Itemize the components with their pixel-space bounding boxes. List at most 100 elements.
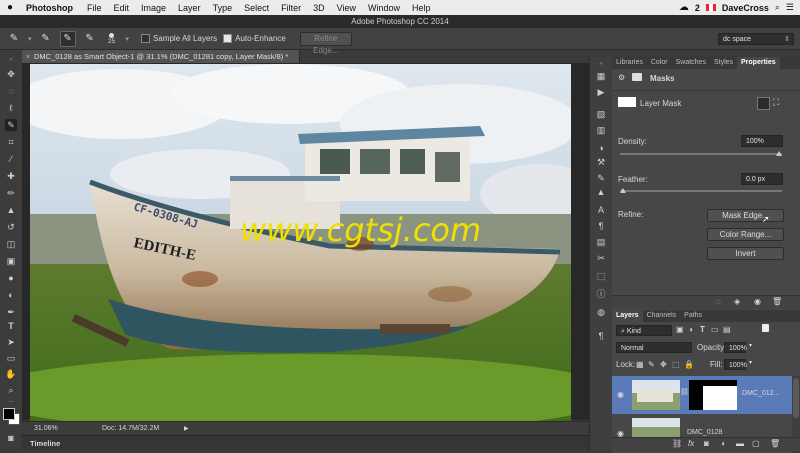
- delete-layer-icon[interactable]: 🗑: [770, 439, 780, 448]
- history-panel-icon[interactable]: ▦: [595, 71, 607, 82]
- user-name[interactable]: DaveCross: [722, 3, 769, 13]
- gradient-tool-icon[interactable]: ▣: [5, 255, 17, 267]
- menu-edit[interactable]: Edit: [108, 3, 136, 13]
- clone-source-panel-icon[interactable]: ▲: [595, 187, 607, 198]
- 3d-panel-icon[interactable]: ⬚: [595, 271, 607, 282]
- density-input[interactable]: 100%: [741, 135, 783, 147]
- path-selection-tool-icon[interactable]: ➤: [5, 336, 17, 348]
- auto-enhance-checkbox[interactable]: [223, 34, 233, 44]
- menu-file[interactable]: File: [81, 3, 108, 13]
- select-pixel-mask-icon[interactable]: [757, 97, 770, 110]
- move-tool-icon[interactable]: ✥: [5, 68, 17, 80]
- filter-type-icon[interactable]: T: [700, 325, 705, 334]
- opacity-input[interactable]: 100%: [724, 342, 747, 353]
- layer-name-2[interactable]: DMC_0128: [687, 429, 722, 436]
- status-bar-menu-icon[interactable]: ▶: [184, 422, 189, 436]
- layer-name[interactable]: DMC_012...: [742, 390, 779, 397]
- tab-color[interactable]: Color: [647, 57, 672, 69]
- lock-all-icon[interactable]: 🔒: [684, 360, 694, 369]
- tools-collapse-icon[interactable]: »: [5, 54, 17, 66]
- tab-paths[interactable]: Paths: [680, 310, 706, 322]
- delete-mask-icon[interactable]: 🗑: [772, 297, 782, 306]
- document-tab[interactable]: × DMC_0128 as Smart Object-1 @ 31.1% (DM…: [22, 50, 300, 63]
- lock-image-icon[interactable]: ✎: [648, 360, 655, 369]
- quick-mask-icon[interactable]: ◙: [5, 432, 17, 444]
- menu-3d[interactable]: 3D: [307, 3, 331, 13]
- type-tool-icon[interactable]: T: [5, 320, 17, 332]
- character-panel-icon[interactable]: A: [595, 205, 607, 216]
- filter-pixel-icon[interactable]: ▣: [676, 325, 684, 334]
- tab-properties[interactable]: Properties: [737, 57, 780, 69]
- histogram-panel-icon[interactable]: ▥: [595, 125, 607, 136]
- edit-toolbar-icon[interactable]: ···: [5, 396, 17, 408]
- brush-presets-panel-icon[interactable]: ✎: [595, 173, 607, 184]
- spotlight-search-icon[interactable]: ⌕: [775, 2, 780, 13]
- masks-mode-icon[interactable]: [632, 73, 642, 81]
- tab-libraries[interactable]: Libraries: [612, 57, 647, 69]
- layers-scrollbar-thumb[interactable]: [793, 378, 799, 418]
- blur-tool-icon[interactable]: ●: [5, 272, 17, 284]
- layer-row-selected[interactable]: ◉ ⛓ DMC_012...: [612, 376, 792, 414]
- density-slider-thumb[interactable]: [776, 151, 782, 156]
- healing-brush-tool-icon[interactable]: ✚: [5, 170, 17, 182]
- menu-filter[interactable]: Filter: [275, 3, 307, 13]
- shape-tool-icon[interactable]: ▭: [5, 352, 17, 364]
- filter-adjustment-icon[interactable]: ◑: [688, 325, 693, 334]
- quick-selection-tool-icon[interactable]: ✎: [5, 119, 17, 131]
- subtract-from-selection-icon[interactable]: ✎: [82, 31, 98, 47]
- add-layer-mask-icon[interactable]: ◙: [704, 439, 709, 448]
- menu-type[interactable]: Type: [207, 3, 239, 13]
- eyedropper-tool-icon[interactable]: ⁄: [5, 153, 17, 165]
- apple-icon[interactable]: ●: [0, 2, 20, 13]
- layer-link-icon[interactable]: ⛓: [680, 388, 689, 396]
- layers-scrollbar[interactable]: [792, 376, 800, 442]
- new-adjustment-layer-icon[interactable]: ◑: [720, 439, 725, 448]
- auto-enhance-option[interactable]: Auto-Enhance: [223, 34, 286, 44]
- collapse-strip-icon[interactable]: «: [595, 59, 607, 70]
- refine-edge-button[interactable]: Refine Edge...: [299, 31, 352, 55]
- fill-input[interactable]: 100%: [724, 359, 747, 370]
- tab-styles[interactable]: Styles: [710, 57, 737, 69]
- new-layer-icon[interactable]: ▢: [752, 439, 760, 448]
- zoom-level[interactable]: 31.06%: [34, 422, 58, 436]
- info-panel-icon[interactable]: ⓘ: [595, 289, 607, 300]
- workspace-select[interactable]: dc space ⇕: [718, 32, 794, 45]
- new-selection-icon[interactable]: ✎: [38, 31, 54, 47]
- menu-image[interactable]: Image: [135, 3, 172, 13]
- menu-app-photoshop[interactable]: Photoshop: [20, 3, 81, 13]
- eraser-tool-icon[interactable]: ◫: [5, 238, 17, 250]
- color-range-button[interactable]: Color Range...: [707, 228, 784, 241]
- brush-size-picker[interactable]: 25: [104, 32, 120, 45]
- menu-window[interactable]: Window: [362, 3, 406, 13]
- menu-layer[interactable]: Layer: [172, 3, 207, 13]
- opacity-chevron-icon[interactable]: ▾: [749, 342, 752, 349]
- fill-chevron-icon[interactable]: ▾: [749, 359, 752, 366]
- add-to-selection-icon[interactable]: ✎: [59, 30, 76, 47]
- brush-size-chevron-icon[interactable]: ▾: [126, 35, 130, 43]
- document-canvas[interactable]: CF-0308-AJ EDITH-E www.cgtsj.com: [30, 64, 571, 421]
- notification-count[interactable]: 2: [695, 3, 700, 13]
- lasso-tool-icon[interactable]: ℓ: [5, 102, 17, 114]
- lock-artboard-icon[interactable]: ⬚: [672, 360, 680, 369]
- color-wheel-panel-icon[interactable]: ◍: [595, 307, 607, 318]
- notes-panel-icon[interactable]: ¶: [595, 331, 607, 342]
- apply-mask-icon[interactable]: ◈: [734, 297, 740, 306]
- adjustments-panel-icon[interactable]: ◑: [595, 143, 607, 154]
- masks-mode-pixel-icon[interactable]: ⚙: [618, 73, 625, 82]
- clone-stamp-tool-icon[interactable]: ▲: [5, 204, 17, 216]
- menu-select[interactable]: Select: [238, 3, 275, 13]
- toggle-mask-visibility-icon[interactable]: ◉: [754, 297, 761, 306]
- feather-input[interactable]: 0.0 px: [741, 173, 783, 185]
- menu-view[interactable]: View: [331, 3, 362, 13]
- layer-visibility-eye-icon[interactable]: ◉: [617, 390, 624, 399]
- feather-slider[interactable]: [620, 190, 782, 192]
- mask-edge-button[interactable]: Mask Edge...: [707, 209, 784, 222]
- new-group-icon[interactable]: ▬: [736, 439, 744, 448]
- layer-mask-thumbnail-row[interactable]: [689, 380, 737, 410]
- invert-button[interactable]: Invert: [707, 247, 784, 260]
- lock-position-icon[interactable]: ✥: [660, 360, 667, 369]
- paths-tools-icon[interactable]: ✂: [595, 253, 607, 264]
- brush-tool-icon[interactable]: ✏: [5, 187, 17, 199]
- density-slider[interactable]: [620, 153, 782, 155]
- actions-panel-icon[interactable]: ▶: [595, 87, 607, 98]
